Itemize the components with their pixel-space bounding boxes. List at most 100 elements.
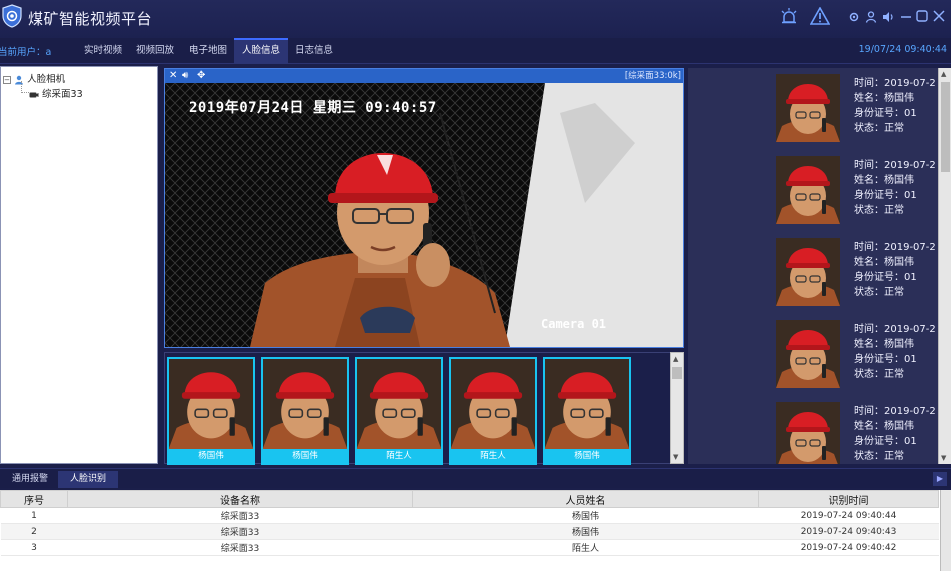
alarm-light-icon[interactable] <box>780 8 798 24</box>
settings-icon[interactable] <box>848 11 860 23</box>
recognition-result-card[interactable]: 时间：2019-07-2 姓名：杨国伟 身份证号：01 状态：正常 <box>776 72 946 144</box>
table-cell: 1 <box>0 507 68 524</box>
recognition-result-card[interactable]: 时间：2019-07-2 姓名：杨国伟 身份证号：01 状态：正常 <box>776 318 946 390</box>
camera-group-icon <box>15 75 24 84</box>
table-cell: 综采面33 <box>67 507 413 524</box>
face-snapshot-thumbnail[interactable]: 杨国伟 <box>167 357 255 465</box>
ptz-icon[interactable]: ✥ <box>197 69 205 83</box>
result-face-photo <box>776 402 840 464</box>
column-header-time[interactable]: 识别时间 <box>758 490 939 508</box>
video-toolbar: ✕ 🔊︎ ✥ [综采面33:0k] <box>165 69 683 83</box>
scroll-down-icon[interactable]: ▼ <box>941 454 946 462</box>
recognition-result-card[interactable]: 时间：2019-07-2 姓名：杨国伟 身份证号：01 状态：正常 <box>776 154 946 226</box>
result-id: 身份证号：01 <box>854 436 917 447</box>
minimize-icon[interactable] <box>900 11 912 23</box>
user-icon[interactable] <box>865 11 877 23</box>
table-cell: 杨国伟 <box>412 523 759 540</box>
face-snapshot-strip: 杨国伟 杨国伟 陌生人 陌生人 杨国伟 <box>164 352 684 465</box>
face-snapshot-thumbnail[interactable]: 杨国伟 <box>261 357 349 465</box>
table-row[interactable]: 2 综采面33 杨国伟 2019-07-24 09:40:43 <box>0 523 939 540</box>
table-row[interactable]: 1 综采面33 杨国伟 2019-07-24 09:40:44 <box>0 507 939 524</box>
result-id: 身份证号：01 <box>854 190 917 201</box>
result-status: 状态：正常 <box>854 205 904 216</box>
table-scrollbar[interactable] <box>940 490 951 571</box>
scroll-up-icon[interactable]: ▲ <box>941 70 946 78</box>
bottom-tab-bar: 通用报警 人脸识别 ▶ <box>0 468 951 488</box>
face-photo-icon <box>776 74 840 142</box>
table-cell: 2019-07-24 09:40:44 <box>758 507 939 524</box>
face-snapshot-thumbnail[interactable]: 陌生人 <box>355 357 443 465</box>
snapshot-person-label: 杨国伟 <box>263 449 347 463</box>
result-details: 时间：2019-07-2 姓名：杨国伟 身份证号：01 状态：正常 <box>854 158 936 218</box>
result-face-photo <box>776 238 840 306</box>
result-face-photo <box>776 156 840 224</box>
result-name: 姓名：杨国伟 <box>854 339 914 350</box>
scroll-up-icon[interactable]: ▲ <box>673 355 678 363</box>
snapshot-person-label: 杨国伟 <box>545 449 629 463</box>
menu-item-face-info[interactable]: 人脸信息 <box>234 38 289 64</box>
tree-node-label: 人脸相机 <box>27 74 66 85</box>
result-details: 时间：2019-07-2 姓名：杨国伟 身份证号：01 状态：正常 <box>854 240 936 300</box>
recognition-result-card[interactable]: 时间：2019-07-2 姓名：杨国伟 身份证号：01 状态：正常 <box>776 236 946 308</box>
result-name: 姓名：杨国伟 <box>854 175 914 186</box>
close-video-icon[interactable]: ✕ <box>169 69 177 83</box>
device-tree: − 人脸相机 综采面33 <box>0 66 158 464</box>
shield-logo-icon <box>2 4 22 28</box>
camera-icon <box>29 92 39 97</box>
recognition-result-list: 时间：2019-07-2 姓名：杨国伟 身份证号：01 状态：正常 时间：2019-07… <box>688 68 951 464</box>
result-name: 姓名：杨国伟 <box>854 257 914 268</box>
result-name: 姓名：杨国伟 <box>854 421 914 432</box>
scroll-thumb[interactable] <box>672 367 682 379</box>
tree-node-label: 综采面33 <box>42 89 83 100</box>
face-photo-icon <box>776 402 840 464</box>
recognition-result-card[interactable]: 时间：2019-07-2 姓名：杨国伟 身份证号：01 状态：正常 <box>776 400 946 464</box>
face-snapshot-thumbnail[interactable]: 陌生人 <box>449 357 537 465</box>
face-photo-icon <box>545 359 629 449</box>
table-row[interactable]: 3 综采面33 陌生人 2019-07-24 09:40:42 <box>0 539 939 556</box>
menu-item-log-info[interactable]: 日志信息 <box>287 38 341 64</box>
video-window[interactable]: ✕ 🔊︎ ✥ [综采面33:0k] 2019年07月24日 星期三 09:40:… <box>164 68 684 348</box>
column-header-index[interactable]: 序号 <box>0 490 68 508</box>
result-face-photo <box>776 74 840 142</box>
tab-general-alarm[interactable]: 通用报警 <box>0 471 60 488</box>
snapshot-person-label: 陌生人 <box>357 449 441 463</box>
result-details: 时间：2019-07-2 姓名：杨国伟 身份证号：01 状态：正常 <box>854 76 936 136</box>
tree-node-camera-33[interactable]: 综采面33 <box>29 86 83 100</box>
column-header-device[interactable]: 设备名称 <box>67 490 413 508</box>
snapshot-scrollbar[interactable]: ▲ ▼ <box>670 352 684 464</box>
table-cell: 综采面33 <box>67 523 413 540</box>
close-icon[interactable] <box>933 10 945 22</box>
collapse-toggle-icon[interactable]: − <box>3 75 11 84</box>
tab-face-recognition[interactable]: 人脸识别 <box>58 471 119 488</box>
face-photo-icon <box>776 238 840 306</box>
scroll-thumb[interactable] <box>941 82 950 172</box>
face-photo-icon <box>169 359 253 449</box>
maximize-icon[interactable] <box>916 10 928 22</box>
audio-icon[interactable]: 🔊︎ <box>182 69 188 83</box>
result-face-photo <box>776 320 840 388</box>
result-time: 时间：2019-07-2 <box>854 324 936 335</box>
current-datetime: 19/07/24 09:40:44 <box>858 44 947 55</box>
menu-item-electronic-map[interactable]: 电子地图 <box>181 38 235 64</box>
result-time: 时间：2019-07-2 <box>854 78 936 89</box>
result-status: 状态：正常 <box>854 123 904 134</box>
warning-icon[interactable] <box>810 7 830 25</box>
scroll-down-icon[interactable]: ▼ <box>673 453 678 461</box>
face-snapshot-thumbnail[interactable]: 杨国伟 <box>543 357 631 465</box>
recognition-table: 序号 设备名称 人员姓名 识别时间 1 综采面33 杨国伟 2019-07-24 09… <box>0 490 951 571</box>
result-time: 时间：2019-07-2 <box>854 242 936 253</box>
osd-timestamp: 2019年07月24日 星期三 09:40:57 <box>189 100 437 116</box>
face-photo-icon <box>357 359 441 449</box>
table-cell: 杨国伟 <box>412 507 759 524</box>
result-id: 身份证号：01 <box>854 354 917 365</box>
column-header-person[interactable]: 人员姓名 <box>412 490 759 508</box>
menu-item-realtime-video[interactable]: 实时视频 <box>76 38 130 64</box>
volume-icon[interactable] <box>882 11 895 23</box>
tab-next-arrow-icon[interactable]: ▶ <box>933 472 947 486</box>
tree-node-face-camera[interactable]: − 人脸相机 <box>3 71 65 85</box>
table-body: 1 综采面33 杨国伟 2019-07-24 09:40:44 2 综采面33 杨国伟 201… <box>0 507 939 556</box>
result-scrollbar[interactable]: ▲ ▼ <box>938 68 951 464</box>
menu-item-video-playback[interactable]: 视频回放 <box>128 38 182 64</box>
table-cell: 2019-07-24 09:40:43 <box>758 523 939 540</box>
snapshot-person-label: 杨国伟 <box>169 449 253 463</box>
